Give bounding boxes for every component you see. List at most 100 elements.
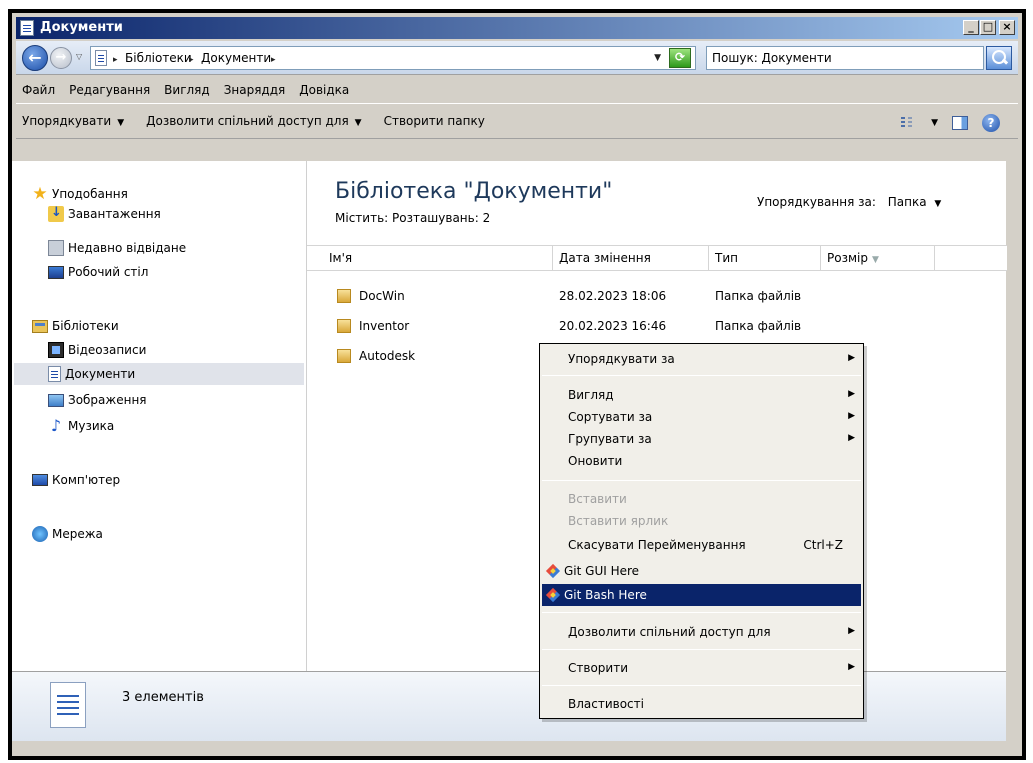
menu-file[interactable]: Файл [22, 83, 55, 97]
menu-item-label: Сортувати за [568, 410, 653, 424]
submenu-arrow-icon: ▶ [848, 353, 855, 363]
nav-computer[interactable]: Комп'ютер [32, 469, 304, 491]
column-size[interactable]: Розмір ▼ [821, 246, 935, 270]
item-count: 3 елементів [122, 690, 204, 705]
maximize-button[interactable]: □ [980, 20, 996, 35]
folder-icon [337, 319, 351, 333]
nav-label: Недавно відвідане [68, 241, 187, 255]
crumb-arrow-icon[interactable]: ▸ [189, 51, 198, 65]
menu-item-label: Git Bash Here [564, 588, 647, 602]
menu-separator [542, 649, 861, 650]
chevron-down-icon[interactable]: ▼ [934, 199, 941, 209]
minimize-button[interactable]: _ [963, 20, 979, 35]
nav-label: Бібліотеки [52, 319, 119, 333]
menu-item-sort-by[interactable]: Сортувати за ▶ [542, 406, 861, 428]
file-date: 28.02.2023 18:06 [559, 289, 667, 303]
submenu-arrow-icon: ▶ [848, 389, 855, 399]
library-locations[interactable]: Містить: Розташувань: 2 [335, 211, 490, 225]
refresh-button[interactable]: ⟳ [669, 48, 691, 68]
menu-tools[interactable]: Знаряддя [224, 83, 286, 97]
menu-item-properties[interactable]: Властивості [542, 693, 861, 715]
breadcrumb-documents[interactable]: Документи [201, 51, 271, 65]
menu-item-git-bash[interactable]: Git Bash Here [542, 584, 861, 606]
documents-icon [20, 20, 34, 36]
crumb-arrow-icon[interactable]: ▸ [113, 51, 122, 65]
nav-label: Мережа [52, 527, 103, 541]
change-view-icon[interactable] [901, 116, 917, 130]
menu-separator [542, 480, 861, 481]
file-name: Inventor [359, 319, 410, 333]
arrange-by-value[interactable]: Папка [888, 195, 927, 209]
address-field[interactable]: ▸ Бібліотеки ▸ Документи ▸ ▼ ⟳ [90, 46, 696, 70]
crumb-arrow-icon[interactable]: ▸ [271, 51, 280, 65]
breadcrumb-libraries[interactable]: Бібліотеки [125, 51, 192, 65]
command-bar: Упорядкувати ▼ Дозволити спільний доступ … [16, 103, 1018, 139]
address-bar: ← → ▽ ▸ Бібліотеки ▸ Документи ▸ ▼ ⟳ Пош… [16, 41, 1018, 75]
nav-documents[interactable]: Документи [14, 363, 304, 385]
nav-network[interactable]: Мережа [32, 523, 304, 545]
menu-item-label: Створити [568, 661, 628, 675]
menu-item-share-with[interactable]: Дозволити спільний доступ для ▶ [542, 621, 861, 643]
submenu-arrow-icon: ▶ [848, 626, 855, 636]
nav-videos[interactable]: Відеозаписи [48, 339, 304, 361]
search-input[interactable]: Пошук: Документи [706, 46, 984, 70]
file-row[interactable]: Inventor 20.02.2023 16:46 Папка файлів [307, 315, 1007, 337]
menu-item-label: Оновити [568, 454, 623, 468]
nav-downloads[interactable]: Завантаження [48, 203, 304, 225]
file-date: 20.02.2023 16:46 [559, 319, 667, 333]
submenu-arrow-icon: ▶ [848, 662, 855, 672]
menu-item-label: Дозволити спільний доступ для [568, 625, 771, 639]
column-date-modified[interactable]: Дата змінення [553, 246, 709, 270]
menu-item-undo-rename[interactable]: Скасувати Перейменування Ctrl+Z [542, 534, 861, 556]
menu-item-arrange-by[interactable]: Упорядкувати за ▶ [542, 348, 861, 370]
menu-item-label: Групувати за [568, 432, 652, 446]
menu-separator [542, 612, 861, 613]
column-headers: Ім'я Дата змінення Тип Розмір ▼ [307, 245, 1007, 271]
window-title: Документи [40, 20, 123, 35]
menu-item-refresh[interactable]: Оновити [542, 450, 861, 472]
nav-recent[interactable]: Недавно відвідане [48, 237, 304, 259]
nav-label: Уподобання [52, 187, 128, 201]
forward-button[interactable]: → [50, 47, 72, 69]
recent-places-icon [48, 240, 64, 256]
nav-label: Музика [68, 419, 115, 433]
column-name[interactable]: Ім'я [307, 246, 553, 270]
menu-item-group-by[interactable]: Групувати за ▶ [542, 428, 861, 450]
nav-label: Завантаження [68, 207, 161, 221]
menu-view[interactable]: Вигляд [164, 83, 210, 97]
library-title: Бібліотека "Документи" [335, 179, 613, 204]
nav-libraries[interactable]: Бібліотеки [32, 315, 304, 337]
share-button[interactable]: Дозволити спільний доступ для ▼ [146, 114, 361, 128]
folder-icon [337, 349, 351, 363]
view-dropdown-icon[interactable]: ▼ [931, 118, 938, 128]
menu-item-label: Властивості [568, 697, 644, 711]
close-button[interactable]: × [999, 20, 1015, 35]
organize-button[interactable]: Упорядкувати ▼ [22, 114, 124, 128]
menu-item-label: Вставити [568, 492, 627, 506]
preview-pane-icon[interactable] [952, 116, 968, 130]
search-icon[interactable] [986, 46, 1012, 70]
column-type[interactable]: Тип [709, 246, 821, 270]
recent-pages-dropdown-icon[interactable]: ▽ [76, 52, 82, 61]
menu-help[interactable]: Довідка [299, 83, 349, 97]
file-row[interactable]: DocWin 28.02.2023 18:06 Папка файлів [307, 285, 1007, 307]
back-button[interactable]: ← [22, 45, 48, 71]
menu-edit[interactable]: Редагування [69, 83, 150, 97]
nav-label: Документи [65, 367, 136, 381]
menu-bar: Файл Редагування Вигляд Знаряддя Довідка [16, 77, 1018, 103]
address-dropdown-icon[interactable]: ▼ [654, 53, 661, 63]
new-folder-button[interactable]: Створити папку [384, 114, 485, 128]
menu-item-label: Вигляд [568, 388, 614, 402]
nav-music[interactable]: ♪ Музика [48, 415, 304, 437]
title-bar[interactable]: Документи _ □ × [16, 17, 1018, 39]
submenu-arrow-icon: ▶ [848, 411, 855, 421]
menu-item-paste-shortcut: Вставити ярлик [542, 510, 861, 532]
menu-item-new[interactable]: Створити ▶ [542, 657, 861, 679]
nav-desktop[interactable]: Робочий стіл [48, 261, 304, 283]
menu-item-git-gui[interactable]: Git GUI Here [542, 560, 861, 582]
nav-pictures[interactable]: Зображення [48, 389, 304, 411]
menu-item-view[interactable]: Вигляд ▶ [542, 384, 861, 406]
desktop-icon [48, 265, 64, 279]
help-icon[interactable]: ? [982, 114, 1000, 132]
nav-favorites[interactable]: ★ Уподобання [32, 183, 304, 205]
